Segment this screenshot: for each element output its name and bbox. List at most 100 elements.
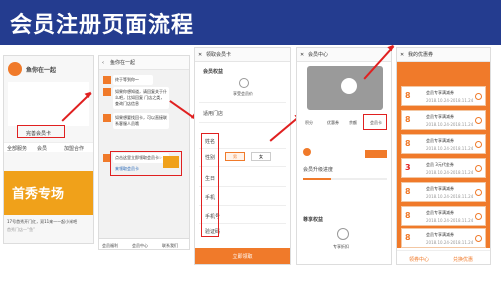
chat-title: 鱼你在一起 xyxy=(110,60,136,66)
coupon-bottom-bar: 领券中心 兑换优惠 xyxy=(397,250,490,264)
coupon-value: 8 xyxy=(405,187,411,196)
coupon-card[interactable]: 8 会员专享满减券 2018.10.24-2018.11.24 xyxy=(401,134,486,154)
coupon-date: 2018.10.24-2018.11.24 xyxy=(426,146,474,151)
coupon-title: 我的优惠券 xyxy=(408,52,434,58)
discount-icon xyxy=(337,228,349,240)
store-label: 适用门店 xyxy=(203,111,224,117)
select-icon[interactable] xyxy=(475,235,482,242)
coupon-name: 会员专享满减券 xyxy=(426,114,454,119)
upgrade-button[interactable] xyxy=(365,150,387,158)
coupon-date: 2018.10.24-2018.11.24 xyxy=(426,194,474,199)
nav-item[interactable]: 会员 xyxy=(37,145,47,152)
select-icon[interactable] xyxy=(475,141,482,148)
close-icon[interactable]: ✕ xyxy=(300,48,304,61)
chat-navbar: ‹ 鱼你在一起 xyxy=(99,56,189,70)
page-title: 会员注册页面流程 xyxy=(10,13,195,38)
submit-button[interactable]: 立即领取 xyxy=(195,248,290,264)
select-icon[interactable] xyxy=(475,189,482,196)
coupon-card[interactable]: 8 会员专享满减券 2018.10.24-2018.11.24 xyxy=(401,110,486,130)
benefit-label: 享受会员价 xyxy=(233,91,253,96)
coupon-name: 会员专享满减券 xyxy=(426,90,454,95)
close-icon[interactable]: ✕ xyxy=(400,48,404,61)
claim-navbar: ✕ 领取会员卡 xyxy=(195,48,290,62)
coupon-name: 会员专享满减券 xyxy=(426,210,454,215)
annotation-box xyxy=(363,114,387,130)
chat-msg: 如果想要找回卡，可以直接联系客服人员哦 xyxy=(113,113,169,129)
coupon-name: 会员专享满减券 xyxy=(426,138,454,143)
coupon-card[interactable]: 8 会员专享满减券 2018.10.24-2018.11.24 xyxy=(401,206,486,226)
menu-item[interactable]: 联系我们 xyxy=(162,243,178,249)
coupon-value: 8 xyxy=(405,91,411,100)
close-icon[interactable]: ✕ xyxy=(198,48,202,61)
back-icon[interactable]: ‹ xyxy=(102,56,104,69)
select-icon[interactable] xyxy=(475,213,482,220)
nav-item[interactable]: 全部服务 xyxy=(7,145,27,152)
store-name: 鱼你在一起 xyxy=(26,67,57,74)
gender-female[interactable]: 女 xyxy=(251,152,271,161)
bot-avatar xyxy=(103,114,111,122)
coupon-card[interactable]: 8 会员专享满减券 2018.10.24-2018.11.24 xyxy=(401,182,486,202)
select-icon[interactable] xyxy=(475,93,482,100)
level-icon xyxy=(303,148,311,156)
select-icon[interactable] xyxy=(475,165,482,172)
screen-coupons: ✕ 我的优惠券 8 会员专享满减券 2018.10.24-2018.11.24 8 会员… xyxy=(396,47,491,265)
divider xyxy=(199,122,286,123)
section-title: 会员权益 xyxy=(203,69,224,75)
member-navbar: ✕ 会员中心 xyxy=(297,48,391,62)
coupon-name: 会员专享满减券 xyxy=(426,186,454,191)
divider xyxy=(199,102,286,103)
section2-title: 尊享权益 xyxy=(303,217,324,223)
stat-label[interactable]: 积分 xyxy=(305,120,313,126)
bot-avatar xyxy=(103,88,111,96)
bottom-menu: 会员福利 会员中心 联系我们 xyxy=(99,238,189,249)
chat-msg: 终于等到你～ xyxy=(113,75,153,85)
coupon-name: 会员专享满减券 xyxy=(426,232,454,237)
coupon-date: 2018.10.24-2018.11.24 xyxy=(426,218,474,223)
coupon-card[interactable]: 8 会员专享满减券 2018.10.24-2018.11.24 xyxy=(401,228,486,248)
coupon-list: 8 会员专享满减券 2018.10.24-2018.11.24 8 会员专享满减券 20… xyxy=(397,62,490,248)
menu-item[interactable]: 会员福利 xyxy=(102,243,118,249)
screen-official-account: 鱼你在一起 完善会员卡 全部服务 会员 加盟合作 首秀专场 17号首秀开门红，双… xyxy=(3,55,94,244)
screen-member-center: ✕ 会员中心 积分 优惠券 余额 会员卡 会员升级进度 尊享权益 专享折扣 xyxy=(296,47,392,265)
coupon-card[interactable]: 3 会员 3元代金券 2018.10.24-2018.11.24 xyxy=(401,158,486,178)
coupon-center-link[interactable]: 领券中心 xyxy=(409,256,429,263)
gender-male[interactable]: 男 xyxy=(225,152,245,161)
member-title: 会员中心 xyxy=(308,52,329,58)
redeem-link[interactable]: 兑换优惠 xyxy=(453,256,473,263)
coupon-value: 3 xyxy=(405,163,411,172)
screen-claim-card: ✕ 领取会员卡 会员权益 享受会员价 适用门店 姓名 性别 男 女 生日 手机 手… xyxy=(194,47,291,265)
member-card[interactable] xyxy=(307,66,383,110)
stat-label[interactable]: 余额 xyxy=(349,120,357,126)
coupon-value: 8 xyxy=(405,233,411,242)
coupon-date: 2018.10.24-2018.11.24 xyxy=(426,170,474,175)
level-text: 会员升级进度 xyxy=(303,167,334,173)
avatar xyxy=(8,62,22,76)
nav-item[interactable]: 加盟合作 xyxy=(64,145,84,152)
select-icon[interactable] xyxy=(475,117,482,124)
promo-banner[interactable]: 首秀专场 xyxy=(4,171,93,215)
coupon-value: 8 xyxy=(405,139,411,148)
coupon-date: 2018.10.24-2018.11.24 xyxy=(426,98,474,103)
coupon-date: 2018.10.24-2018.11.24 xyxy=(426,240,474,245)
promo-sub: 首秀门店一“鱼” xyxy=(7,227,36,232)
coupon-value: 8 xyxy=(405,115,411,124)
benefit2-label: 专享折扣 xyxy=(333,244,349,249)
menu-item[interactable]: 会员中心 xyxy=(132,243,148,249)
coupon-card[interactable]: 8 会员专享满减券 2018.10.24-2018.11.24 xyxy=(401,86,486,106)
benefit-icon xyxy=(239,78,249,88)
coupon-value: 8 xyxy=(405,211,411,220)
annotation-box xyxy=(201,133,219,237)
coupon-navbar: ✕ 我的优惠券 xyxy=(397,48,490,62)
annotation-box xyxy=(110,151,182,176)
progress-fill xyxy=(303,178,331,180)
banner-text: 首秀专场 xyxy=(12,187,65,202)
coupon-name: 会员 3元代金券 xyxy=(426,162,454,167)
coupon-date: 2018.10.24-2018.11.24 xyxy=(426,122,474,127)
screen-chat: ‹ 鱼你在一起 终于等到你～ 如果你想知道，请回复关于什么吧，比如回复 门店之类，… xyxy=(98,55,190,250)
promo-text: 17号首秀开门红，双11来一一起小米吧 xyxy=(7,219,78,224)
bot-avatar xyxy=(103,76,111,84)
stat-label[interactable]: 优惠券 xyxy=(327,120,339,126)
chat-msg: 如果你想知道，请回复关于什么吧，比如回复 门店之类，查询门店信息 xyxy=(113,87,169,109)
nav-bar: 全部服务 会员 加盟合作 xyxy=(4,142,93,152)
card-logo xyxy=(341,78,357,94)
